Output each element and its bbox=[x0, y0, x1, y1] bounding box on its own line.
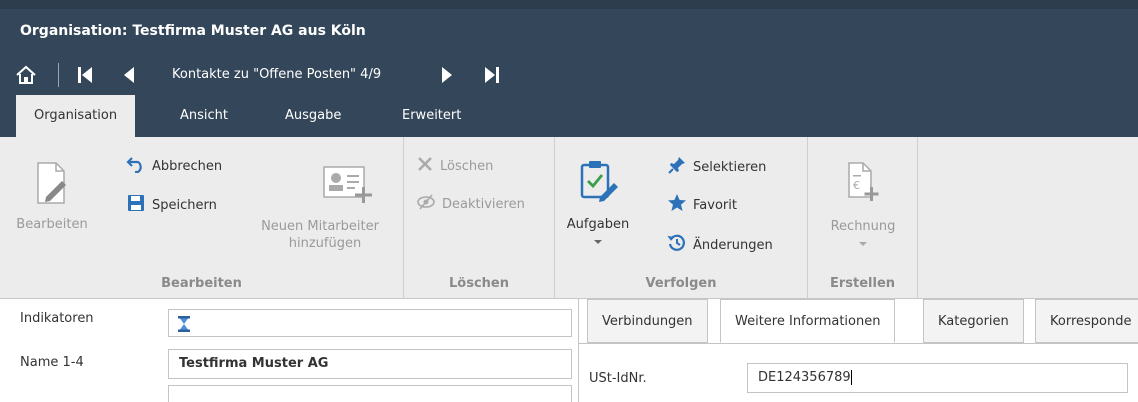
invoice-button-label: Rechnung bbox=[830, 219, 896, 234]
record-navigation-bar: Kontakte zu "Offene Posten" 4/9 bbox=[0, 55, 1138, 95]
window-title: Organisation: Testfirma Muster AG aus Kö… bbox=[0, 9, 1138, 55]
top-strip bbox=[0, 0, 1138, 9]
tab-erweitert[interactable]: Erweitert bbox=[402, 95, 461, 137]
cancel-button[interactable]: Abbrechen bbox=[126, 155, 222, 177]
favorite-button-label: Favorit bbox=[693, 197, 737, 213]
tab-ansicht[interactable]: Ansicht bbox=[180, 95, 228, 137]
select-button[interactable]: Selektieren bbox=[667, 155, 766, 179]
undo-icon bbox=[126, 155, 146, 177]
name-label: Name 1-4 bbox=[20, 355, 84, 370]
nav-separator bbox=[58, 63, 59, 87]
hourglass-icon bbox=[177, 315, 191, 337]
tab-underline bbox=[579, 343, 1138, 344]
next-record-icon[interactable] bbox=[440, 65, 454, 89]
invoice-chevron-down-icon bbox=[820, 236, 906, 251]
tab-kategorien[interactable]: Kategorien bbox=[923, 299, 1024, 343]
tab-ausgabe[interactable]: Ausgabe bbox=[285, 95, 341, 137]
delete-button-label: Löschen bbox=[440, 158, 494, 174]
first-record-icon[interactable] bbox=[76, 65, 94, 89]
save-button-label: Speichern bbox=[152, 197, 217, 213]
group-label-erstellen: Erstellen bbox=[829, 276, 896, 291]
tab-weitere-informationen[interactable]: Weitere Informationen bbox=[720, 299, 896, 343]
group-label-loeschen: Löschen bbox=[449, 276, 509, 291]
previous-record-icon[interactable] bbox=[122, 65, 136, 89]
pin-icon bbox=[667, 155, 687, 179]
deactivate-button[interactable]: Deaktivieren bbox=[416, 193, 525, 215]
star-icon bbox=[667, 193, 687, 217]
vat-id-label: USt-IdNr. bbox=[589, 371, 647, 386]
tab-korrespondenz[interactable]: Korresponde bbox=[1035, 299, 1138, 343]
add-employee-label-line2: hinzufügen bbox=[288, 236, 362, 251]
edit-button-label: Bearbeiten bbox=[16, 217, 88, 232]
ribbon-tabbar: Organisation Ansicht Ausgabe Erweitert bbox=[0, 95, 1138, 137]
add-employee-label-line1: Neuen Mitarbeiter bbox=[261, 219, 379, 234]
clipboard-check-icon bbox=[576, 157, 620, 209]
vat-id-field[interactable]: DE124356789 bbox=[747, 363, 1128, 393]
group-verfolgen: Aufgaben Selektieren Favorit Änderungen … bbox=[555, 137, 808, 299]
detail-panel: Verbindungen Weitere Informationen Kateg… bbox=[578, 299, 1138, 402]
vat-id-value: DE124356789 bbox=[758, 370, 851, 385]
edit-document-icon bbox=[32, 159, 72, 211]
tab-verbindungen[interactable]: Verbindungen bbox=[587, 299, 708, 343]
cancel-button-label: Abbrechen bbox=[152, 158, 223, 174]
last-record-icon[interactable] bbox=[483, 65, 501, 89]
history-icon bbox=[667, 233, 687, 257]
tasks-button-label: Aufgaben bbox=[566, 217, 630, 232]
contact-card-add-icon bbox=[320, 161, 376, 209]
indicators-field[interactable] bbox=[168, 309, 572, 337]
tab-organisation[interactable]: Organisation bbox=[16, 95, 136, 137]
chevron-down-icon bbox=[565, 234, 631, 249]
group-label-verfolgen: Verfolgen bbox=[645, 276, 717, 291]
deactivate-button-label: Deaktivieren bbox=[442, 196, 525, 212]
tasks-button[interactable]: Aufgaben bbox=[565, 157, 631, 249]
group-label-bearbeiten: Bearbeiten bbox=[161, 276, 242, 291]
organisation-form: Indikatoren Name 1-4 Testfirma Muster AG bbox=[0, 299, 578, 402]
name-1-field[interactable]: Testfirma Muster AG bbox=[168, 349, 572, 379]
group-bearbeiten: Bearbeiten Abbrechen Speichern Neuen Mit… bbox=[0, 137, 404, 299]
home-icon[interactable] bbox=[14, 63, 38, 87]
changes-button-label: Änderungen bbox=[693, 237, 773, 253]
group-loeschen: Löschen Deaktivieren Löschen bbox=[404, 137, 555, 299]
invoice-add-icon: € bbox=[843, 159, 883, 209]
edit-button[interactable]: Bearbeiten bbox=[14, 159, 90, 232]
save-disk-icon bbox=[126, 193, 146, 217]
indicators-label: Indikatoren bbox=[20, 311, 94, 326]
add-employee-button[interactable]: Neuen Mitarbeiter hinzufügen bbox=[250, 161, 390, 251]
deactivate-eye-icon bbox=[416, 193, 436, 215]
changes-button[interactable]: Änderungen bbox=[667, 233, 773, 257]
save-button[interactable]: Speichern bbox=[126, 193, 217, 217]
group-erstellen: € Rechnung Erstellen bbox=[808, 137, 918, 299]
text-cursor bbox=[850, 370, 852, 385]
svg-text:€: € bbox=[853, 179, 860, 192]
select-button-label: Selektieren bbox=[693, 159, 767, 175]
record-position-label: Kontakte zu "Offene Posten" 4/9 bbox=[172, 67, 382, 82]
invoice-button[interactable]: € Rechnung bbox=[820, 159, 906, 251]
delete-x-icon bbox=[416, 155, 434, 177]
ribbon: Bearbeiten Abbrechen Speichern Neuen Mit… bbox=[0, 137, 1138, 299]
favorite-button[interactable]: Favorit bbox=[667, 193, 737, 217]
name-2-field[interactable] bbox=[168, 385, 572, 402]
delete-button[interactable]: Löschen bbox=[416, 155, 493, 177]
